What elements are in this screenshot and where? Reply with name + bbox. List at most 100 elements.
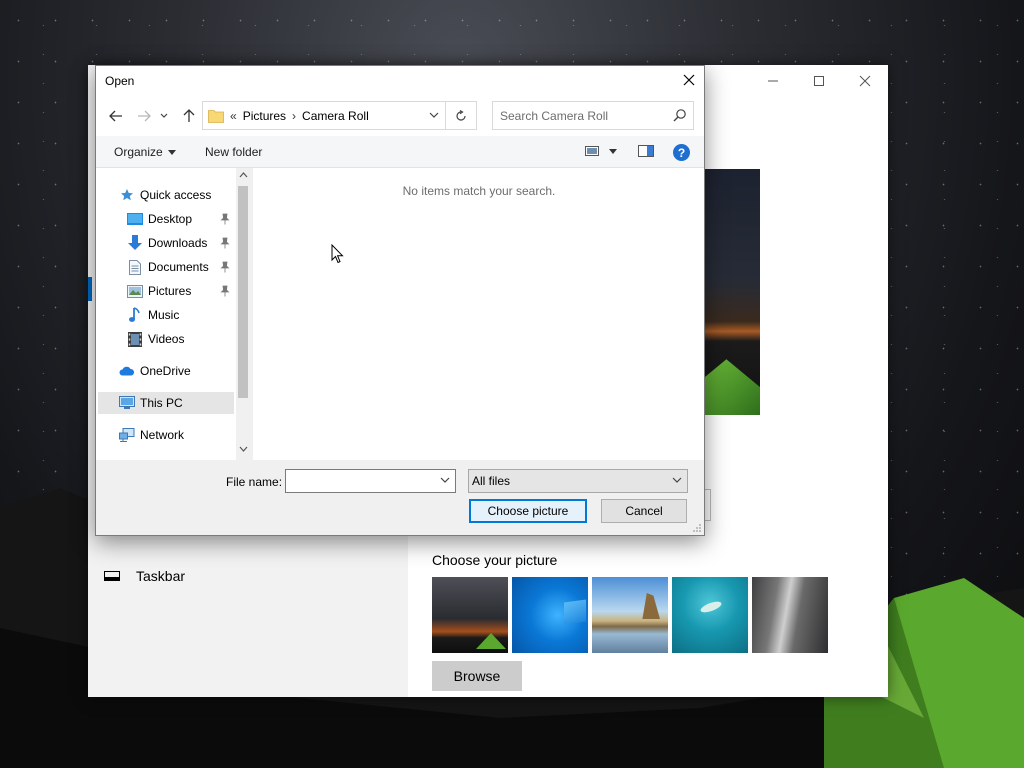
nav-item-pictures[interactable]: Pictures [126, 280, 236, 302]
back-button[interactable] [106, 106, 126, 126]
scroll-down-arrow[interactable] [238, 444, 248, 455]
refresh-button[interactable] [446, 101, 477, 130]
pin-icon [220, 285, 230, 297]
minimize-button[interactable] [750, 69, 796, 93]
pin-icon [220, 213, 230, 225]
up-button[interactable] [179, 106, 199, 126]
nav-item-documents[interactable]: Documents [126, 256, 236, 278]
settings-nav-taskbar[interactable]: Taskbar [104, 568, 185, 584]
nav-item-quick-access[interactable]: Quick access [118, 184, 211, 206]
file-name-input[interactable] [286, 470, 436, 492]
desktop-folder-icon [126, 210, 144, 228]
organize-label: Organize [114, 145, 163, 159]
search-box[interactable] [492, 101, 694, 130]
computer-icon [118, 394, 136, 412]
nav-item-label: OneDrive [140, 364, 191, 378]
search-input[interactable] [493, 102, 667, 129]
preview-pane-button[interactable] [638, 144, 654, 158]
star-icon [118, 186, 136, 204]
forward-arrow-icon [138, 110, 151, 122]
background-preview [704, 169, 760, 415]
address-segment-pictures[interactable]: Pictures [243, 109, 286, 123]
nav-item-label: This PC [140, 396, 183, 410]
maximize-button[interactable] [796, 69, 842, 93]
back-arrow-icon [109, 110, 122, 122]
file-name-combobox[interactable] [285, 469, 456, 493]
scroll-up-arrow[interactable] [238, 170, 248, 181]
nav-item-music[interactable]: Music [126, 304, 179, 326]
navigation-bar: « Pictures › Camera Roll [96, 96, 704, 136]
address-bar[interactable]: « Pictures › Camera Roll [202, 101, 446, 130]
picture-thumbnail[interactable] [512, 577, 588, 653]
picture-thumbnail[interactable] [432, 577, 508, 653]
pin-icon [220, 261, 230, 273]
maximize-icon [814, 76, 824, 86]
new-folder-button[interactable]: New folder [205, 145, 262, 159]
change-view-button[interactable] [585, 144, 601, 158]
chevron-down-icon [672, 477, 682, 483]
preview-pane-icon [638, 145, 654, 157]
cloud-icon [118, 362, 136, 380]
picture-thumbnail[interactable] [752, 577, 828, 653]
nav-item-label: Pictures [148, 284, 192, 298]
view-options-dropdown[interactable] [609, 149, 617, 154]
help-icon[interactable]: ? [673, 144, 690, 161]
command-bar: Organize New folder ? [96, 136, 704, 168]
file-list-pane[interactable]: No items match your search. [252, 168, 704, 460]
settings-nav-taskbar-label: Taskbar [136, 568, 186, 584]
picture-thumbnails [432, 577, 828, 653]
address-segment-camera-roll[interactable]: Camera Roll [302, 109, 369, 123]
nav-item-network[interactable]: Network [118, 424, 184, 446]
dialog-close-button[interactable] [674, 66, 704, 94]
navigation-pane: Quick access Desktop Downloads Documents [96, 168, 250, 460]
nav-item-downloads[interactable]: Downloads [126, 232, 236, 254]
nav-item-desktop[interactable]: Desktop [126, 208, 236, 230]
preview-dropdown-edge [704, 489, 711, 521]
open-file-dialog: Open « Pictures › Camera Roll Search Cam… [95, 65, 705, 536]
film-icon [126, 330, 144, 348]
browse-button[interactable]: Browse [432, 661, 522, 691]
up-arrow-icon [183, 109, 195, 122]
close-icon [683, 74, 695, 86]
organize-button[interactable]: Organize [114, 145, 176, 159]
dialog-footer: File name: All files Choose picture Canc… [96, 460, 704, 535]
caret-down-icon [167, 149, 176, 155]
taskbar-icon [104, 571, 120, 581]
address-overflow[interactable]: « [230, 109, 237, 123]
nav-item-label: Downloads [148, 236, 208, 250]
search-icon[interactable] [673, 108, 687, 122]
nav-item-videos[interactable]: Videos [126, 328, 184, 350]
pictures-icon [126, 282, 144, 300]
chevron-down-icon[interactable] [429, 110, 439, 120]
music-note-icon [126, 306, 144, 324]
nav-item-label: Music [148, 308, 180, 322]
choose-picture-title: Choose your picture [432, 552, 558, 568]
scrollbar-thumb[interactable] [238, 186, 248, 398]
file-type-dropdown[interactable]: All files [468, 469, 688, 493]
address-separator[interactable]: › [292, 109, 296, 123]
navigation-scrollbar[interactable] [236, 168, 250, 460]
picture-thumbnail[interactable] [592, 577, 668, 653]
chevron-down-icon[interactable] [440, 475, 450, 485]
mouse-cursor-icon [331, 244, 344, 264]
nav-item-this-pc[interactable]: This PC [98, 392, 234, 414]
close-icon [859, 75, 871, 87]
nav-item-onedrive[interactable]: OneDrive [118, 360, 191, 382]
chevron-down-icon [160, 113, 168, 118]
minimize-icon [768, 80, 778, 82]
dialog-titlebar: Open [96, 66, 704, 96]
file-name-label: File name: [226, 475, 283, 489]
download-arrow-icon [126, 234, 144, 252]
cancel-button[interactable]: Cancel [601, 499, 687, 523]
choose-picture-button[interactable]: Choose picture [469, 499, 587, 523]
settings-close-button[interactable] [842, 69, 888, 93]
picture-thumbnail[interactable] [672, 577, 748, 653]
resize-grip-icon[interactable] [692, 523, 702, 533]
forward-button[interactable] [134, 106, 154, 126]
file-type-selected: All files [472, 474, 511, 488]
refresh-icon [456, 109, 466, 121]
recent-locations-button[interactable] [159, 106, 169, 126]
caret-down-icon [609, 149, 617, 154]
view-icon [585, 146, 599, 156]
pin-icon [220, 237, 230, 249]
